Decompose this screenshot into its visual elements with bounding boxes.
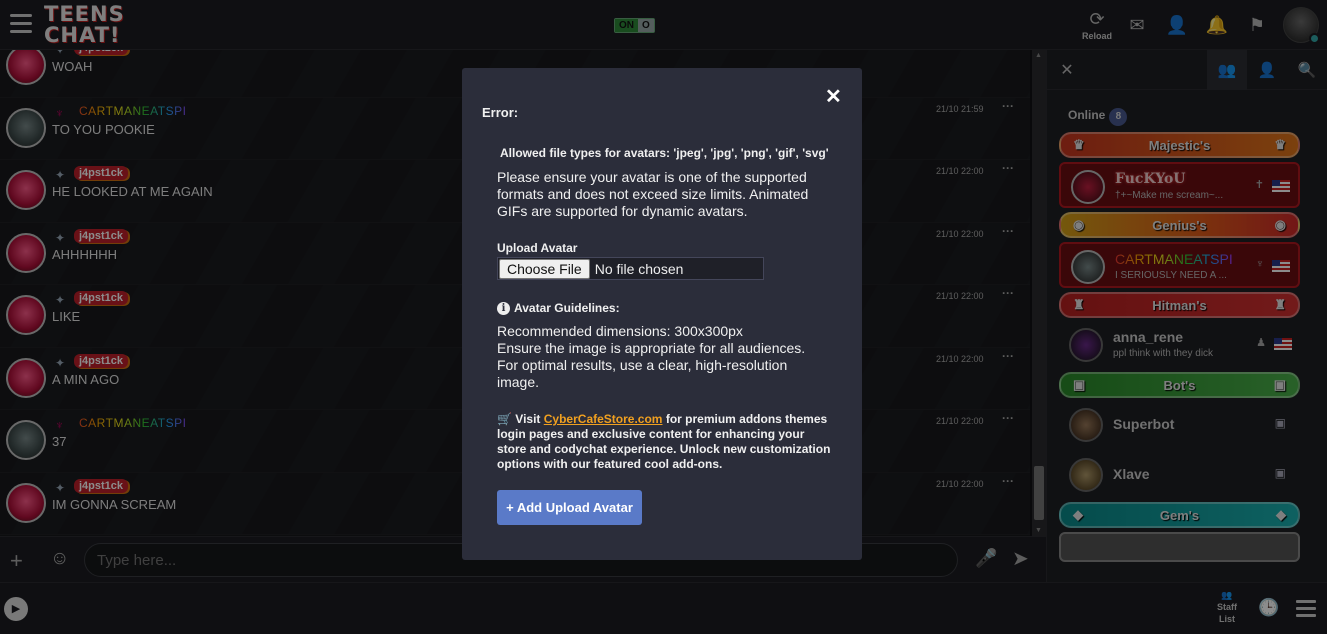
store-link[interactable]: CyberCafeStore.com: [544, 412, 663, 426]
upload-avatar-label: Upload Avatar: [497, 241, 578, 255]
cart-icon: 🛒: [497, 412, 512, 426]
promo-text: 🛒 Visit CyberCafeStore.com for premium a…: [497, 412, 831, 471]
avatar-error-modal: Error: ✕ Allowed file types for avatars:…: [462, 68, 862, 560]
guidelines-heading: i Avatar Guidelines:: [497, 301, 620, 315]
modal-title: Error:: [482, 105, 519, 120]
file-input[interactable]: Choose File No file chosen: [497, 257, 764, 280]
close-icon[interactable]: ✕: [825, 84, 842, 109]
info-icon: i: [497, 301, 510, 315]
allowed-file-types: Allowed file types for avatars: 'jpeg', …: [500, 146, 829, 160]
file-status: No file chosen: [594, 260, 684, 277]
choose-file-button[interactable]: Choose File: [499, 258, 590, 279]
guidelines-text: Recommended dimensions: 300x300px Ensure…: [497, 323, 806, 390]
avatar-info-text: Please ensure your avatar is one of the …: [497, 169, 809, 219]
add-upload-avatar-button[interactable]: + Add Upload Avatar: [497, 490, 642, 525]
